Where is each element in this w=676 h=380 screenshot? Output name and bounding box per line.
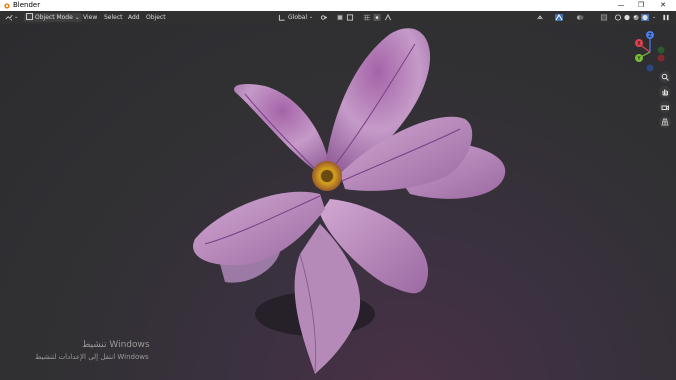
navigation-gizmo[interactable]: Z X Y	[628, 30, 672, 74]
wireframe-shading-icon[interactable]	[614, 14, 622, 21]
perspective-toggle-button[interactable]	[659, 116, 671, 128]
menu-object[interactable]: Object	[146, 11, 166, 24]
xray-toggle-icon[interactable]	[600, 14, 608, 21]
windows-activation-subtitle: انتقل إلى الإعدادات لتنشيط Windows	[35, 353, 149, 361]
visibility-selectability-icon[interactable]	[536, 14, 544, 21]
camera-view-button[interactable]	[659, 101, 671, 113]
blender-logo-icon	[4, 3, 10, 9]
flower-render-image	[193, 28, 506, 374]
gizmo-toggle-icon[interactable]	[555, 14, 563, 21]
window-titlebar: Blender — ❐ ✕	[0, 0, 676, 11]
gizmo-x-label: X	[637, 41, 641, 47]
windows-activation-title: تنشيط Windows	[82, 340, 150, 350]
overlays-icon[interactable]	[576, 14, 584, 21]
camera-icon	[661, 105, 669, 111]
gizmo-z-label: Z	[648, 33, 652, 39]
rendered-shading-icon[interactable]	[641, 14, 649, 21]
editor-type-icon[interactable]	[5, 14, 13, 21]
object-mode-label: Object Mode	[35, 14, 73, 21]
zoom-tool-button[interactable]	[659, 71, 671, 83]
3d-viewport[interactable]: Z X Y تنشيط Windows انتقل إلى الإعدادات …	[0, 24, 676, 380]
solid-shading-icon[interactable]	[623, 14, 631, 21]
transform-orientation-dropdown[interactable]: Global	[288, 11, 307, 24]
transform-orientation-icon	[278, 14, 285, 21]
menu-select[interactable]: Select	[104, 11, 123, 24]
editor-type-dropdown-icon[interactable]: ⌄	[14, 11, 18, 24]
proportional-editing-icon[interactable]	[373, 14, 381, 21]
viewport-header: ⌄ Object Mode ⌄ View Select Add Object G…	[0, 11, 676, 24]
object-mode-dropdown[interactable]: Object Mode ⌄	[24, 13, 82, 22]
snap-icon[interactable]	[336, 14, 344, 21]
shading-options-dropdown-icon[interactable]: ⌄	[652, 11, 656, 24]
maximize-button[interactable]: ❐	[630, 0, 652, 11]
minimize-button[interactable]: —	[610, 0, 632, 11]
chevron-down-icon: ⌄	[74, 14, 80, 21]
magnifier-icon	[661, 73, 669, 81]
hand-icon	[662, 89, 668, 96]
grid-perspective-icon	[661, 118, 669, 126]
close-button[interactable]: ✕	[652, 0, 674, 11]
snap-grid-icon[interactable]	[363, 14, 371, 21]
window-title: Blender	[13, 1, 41, 9]
pivot-point-icon[interactable]	[320, 14, 328, 21]
menu-view[interactable]: View	[83, 11, 97, 24]
chevron-down-icon[interactable]: ⌄	[309, 11, 313, 24]
snap-target-icon[interactable]	[346, 14, 354, 21]
menu-add[interactable]: Add	[128, 11, 140, 24]
object-mode-icon	[26, 13, 33, 20]
falloff-icon[interactable]	[384, 14, 392, 21]
pan-tool-button[interactable]	[659, 86, 671, 98]
material-preview-icon[interactable]	[632, 14, 640, 21]
toggle-sidebar-icon[interactable]	[662, 14, 670, 21]
